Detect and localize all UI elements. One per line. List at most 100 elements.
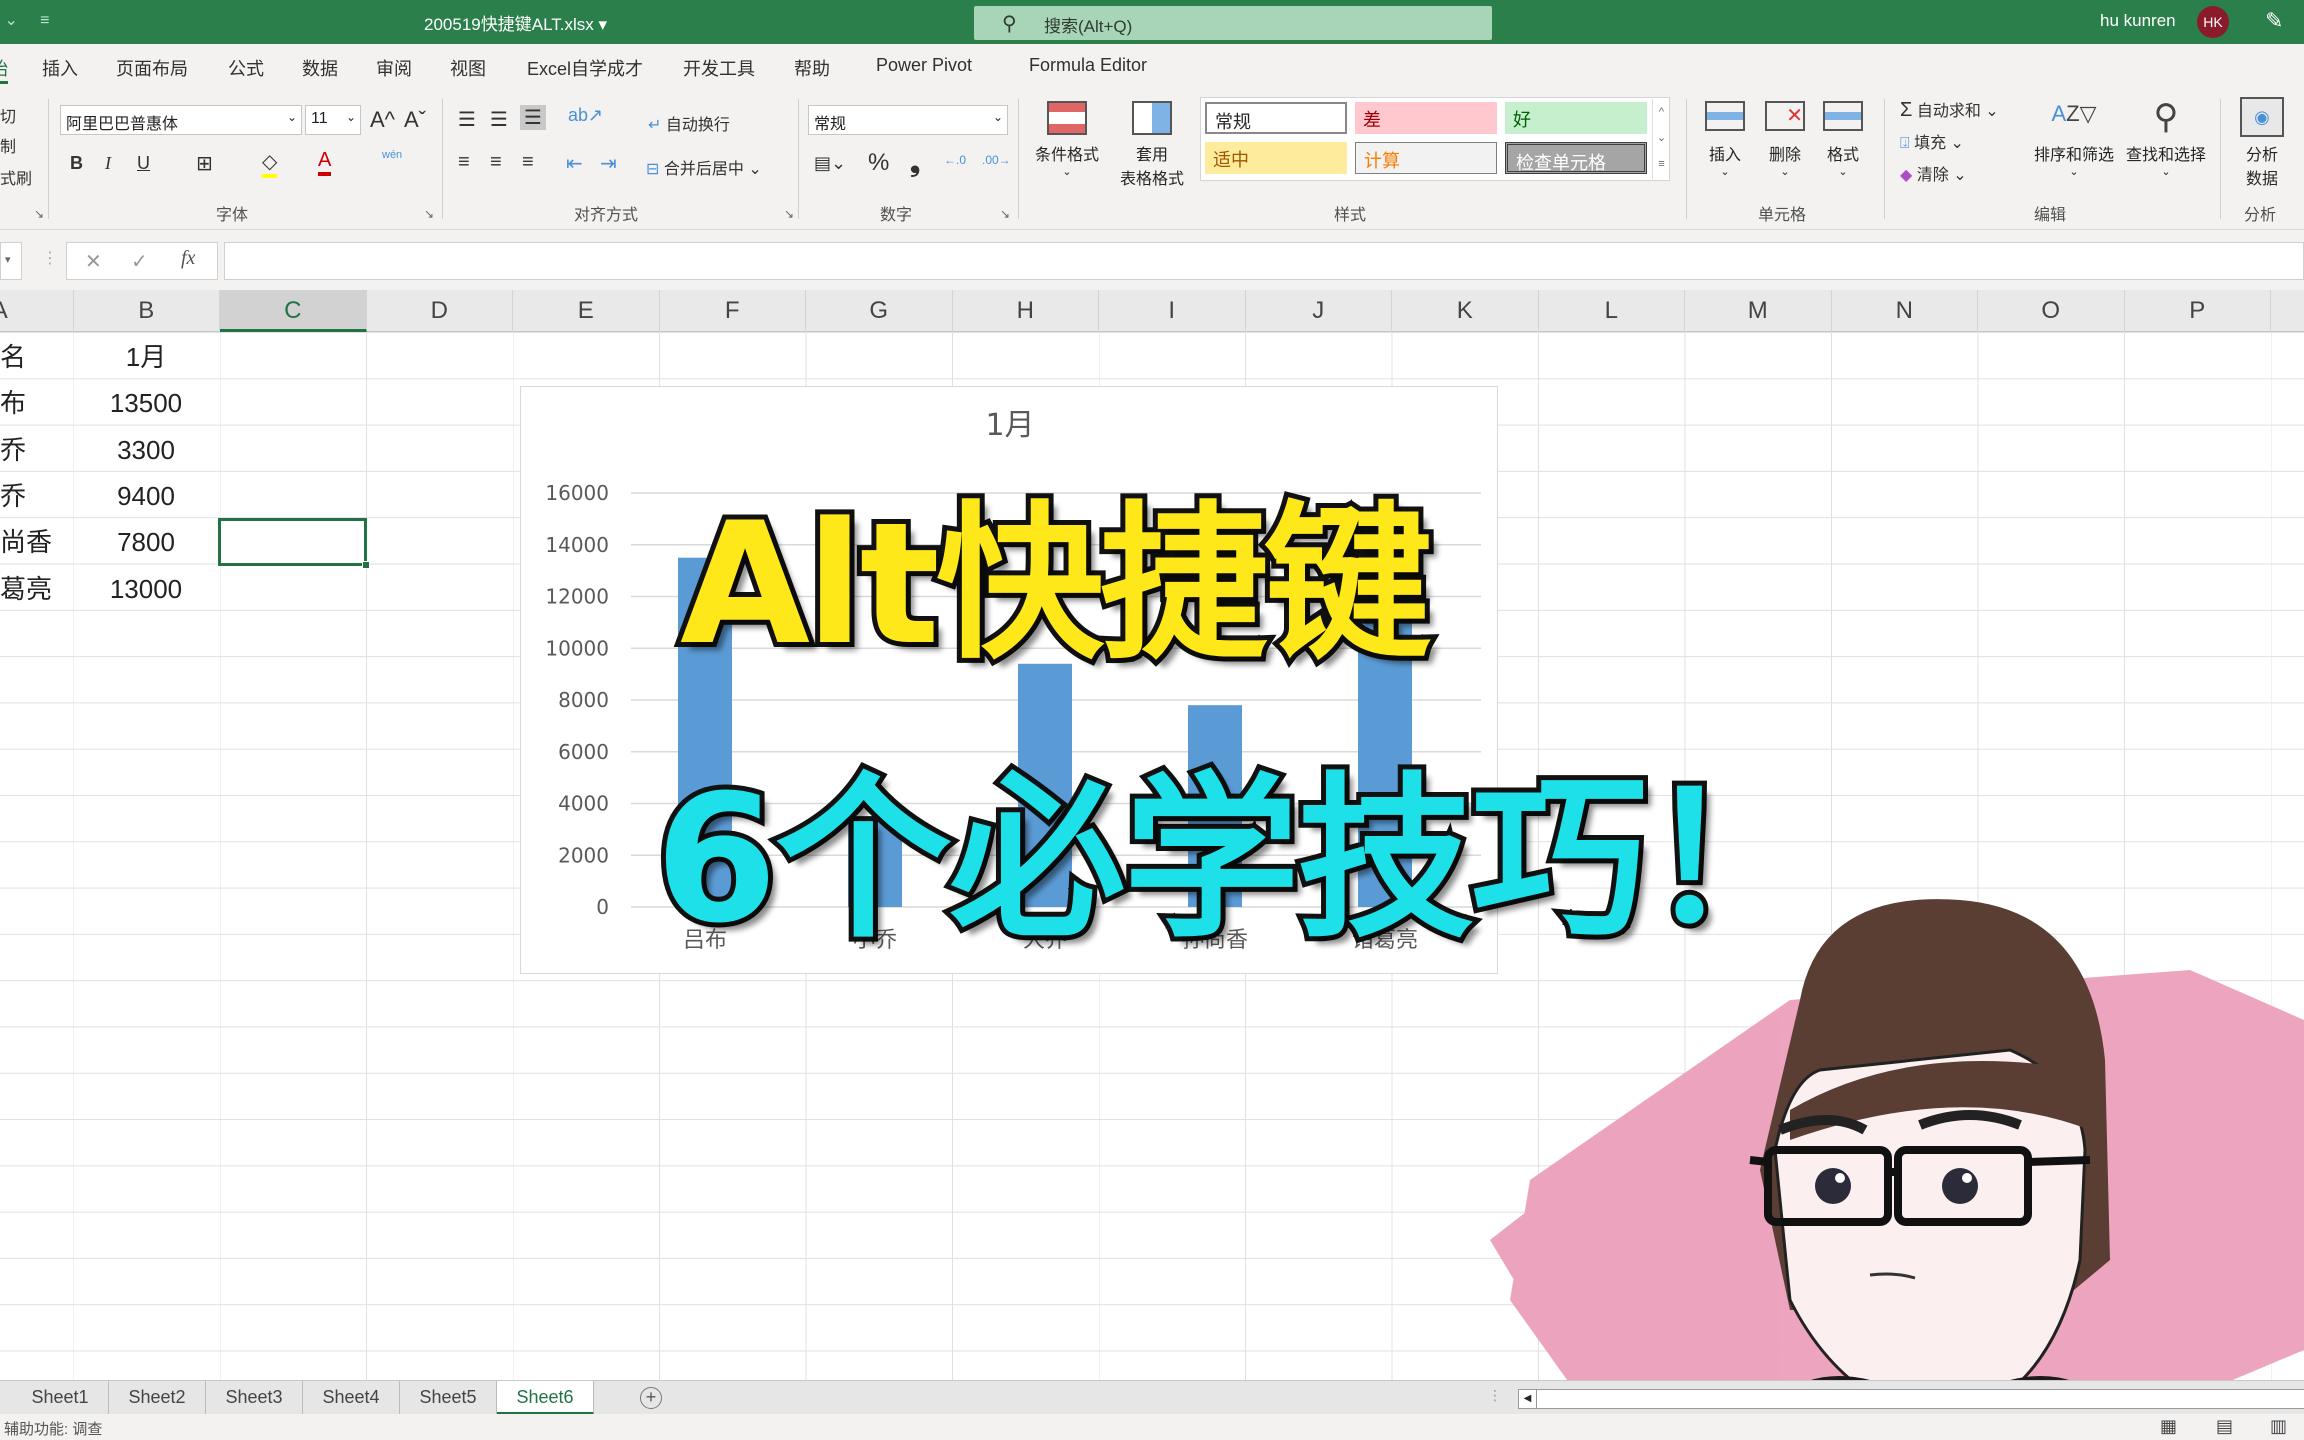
cell-a1[interactable]: 名 bbox=[0, 334, 26, 380]
analyze-data-button[interactable]: ◉ 分析 数据 bbox=[2232, 97, 2292, 189]
column-header-b[interactable]: B bbox=[74, 290, 220, 332]
column-header-p[interactable]: P bbox=[2125, 290, 2271, 332]
file-title[interactable]: 200519快捷键ALT.xlsx ▾ bbox=[424, 10, 607, 35]
column-header-m[interactable]: M bbox=[1685, 290, 1832, 332]
horizontal-scrollbar[interactable]: ◀ bbox=[1518, 1389, 2304, 1409]
align-bottom-icon[interactable]: ☰ bbox=[520, 105, 546, 130]
page-layout-view-icon[interactable]: ▤ bbox=[2216, 1416, 2233, 1437]
phonetic-icon[interactable]: wén bbox=[382, 149, 402, 161]
column-header-e[interactable]: E bbox=[513, 290, 660, 332]
border-icon[interactable]: ⊞ bbox=[196, 151, 213, 176]
accessibility-status[interactable]: 辅助功能: 调查 bbox=[4, 1418, 102, 1439]
cell-b2[interactable]: 13500 bbox=[73, 380, 219, 426]
align-right-icon[interactable]: ≡ bbox=[522, 151, 534, 174]
format-painter-button[interactable]: 式刷 bbox=[0, 165, 32, 189]
fill-handle[interactable] bbox=[362, 561, 370, 569]
italic-button[interactable]: I bbox=[105, 153, 111, 174]
selected-cell-c6[interactable] bbox=[218, 518, 370, 569]
clear-button[interactable]: ◆ 清除 ⌄ bbox=[1900, 161, 1967, 185]
underline-button[interactable]: U bbox=[137, 153, 150, 174]
autosum-button[interactable]: Σ 自动求和 ⌄ bbox=[1900, 97, 1999, 122]
cancel-icon[interactable]: ✕ bbox=[85, 249, 102, 274]
formula-input[interactable] bbox=[224, 242, 2304, 280]
gallery-scroll[interactable]: ^ ⌄ ≡ bbox=[1652, 99, 1670, 179]
column-header-h[interactable]: H bbox=[953, 290, 1099, 332]
format-as-table-button[interactable]: 套用 表格格式 bbox=[1114, 101, 1190, 189]
cell-a6[interactable]: 葛亮 bbox=[0, 566, 52, 612]
decrease-decimal-button[interactable]: .00→ bbox=[982, 153, 1011, 167]
cut-button[interactable]: 切 bbox=[0, 103, 16, 127]
comma-button[interactable]: ❟ bbox=[910, 147, 920, 179]
style-bad[interactable]: 差 bbox=[1355, 102, 1497, 134]
column-header-g[interactable]: G bbox=[806, 290, 953, 332]
percent-button[interactable]: % bbox=[868, 149, 889, 177]
column-header-k[interactable]: K bbox=[1392, 290, 1539, 332]
tab-page-layout[interactable]: 页面布局 bbox=[116, 55, 188, 81]
enter-icon[interactable]: ✓ bbox=[131, 249, 148, 274]
font-name-select[interactable]: 阿里巴巴普惠体 ⌄ bbox=[60, 105, 302, 135]
tab-data[interactable]: 数据 bbox=[302, 55, 338, 81]
cell-b5[interactable]: 7800 bbox=[73, 519, 219, 565]
cell-a4[interactable]: 乔 bbox=[0, 473, 26, 519]
cell-a3[interactable]: 乔 bbox=[0, 427, 26, 473]
grow-font-button[interactable]: A^ bbox=[370, 107, 395, 133]
tab-formula-editor[interactable]: Formula Editor bbox=[1029, 55, 1147, 76]
cell-b6[interactable]: 13000 bbox=[73, 566, 219, 612]
tab-developer[interactable]: 开发工具 bbox=[683, 55, 755, 81]
cell-b4[interactable]: 9400 bbox=[73, 473, 219, 519]
style-good[interactable]: 好 bbox=[1505, 102, 1647, 134]
orientation-icon[interactable]: ab↗ bbox=[568, 105, 603, 126]
increase-indent-icon[interactable]: ⇥ bbox=[600, 151, 617, 176]
fill-color-icon[interactable]: ◇ bbox=[262, 149, 278, 178]
insert-cells-button[interactable]: 插入 ⌄ bbox=[1700, 101, 1750, 178]
find-select-button[interactable]: ⚲ 查找和选择 ⌄ bbox=[2118, 97, 2214, 178]
avatar[interactable]: HK bbox=[2197, 6, 2229, 38]
column-header-j[interactable]: J bbox=[1246, 290, 1392, 332]
font-color-icon[interactable]: A bbox=[318, 149, 332, 176]
format-cells-button[interactable]: 格式 ⌄ bbox=[1818, 101, 1868, 178]
increase-decimal-button[interactable]: ←.0 bbox=[944, 153, 966, 167]
column-header-n[interactable]: N bbox=[1832, 290, 1978, 332]
drag-handle-icon[interactable]: ⋮ bbox=[42, 248, 58, 268]
column-header-o[interactable]: O bbox=[1978, 290, 2125, 332]
decrease-indent-icon[interactable]: ⇤ bbox=[566, 151, 583, 176]
delete-cells-button[interactable]: ✕ 删除 ⌄ bbox=[1760, 101, 1810, 178]
tab-insert[interactable]: 插入 bbox=[42, 55, 78, 81]
clipboard-launcher-icon[interactable]: ↘ bbox=[34, 207, 44, 221]
sheet-tab-sheet5[interactable]: Sheet5 bbox=[400, 1381, 497, 1415]
tab-power-pivot[interactable]: Power Pivot bbox=[876, 55, 972, 76]
copy-button[interactable]: 制 bbox=[0, 133, 16, 157]
accounting-format-icon[interactable]: ▤⌄ bbox=[814, 153, 846, 174]
tab-formulas[interactable]: 公式 bbox=[228, 55, 264, 81]
cell-b3[interactable]: 3300 bbox=[73, 427, 219, 473]
chevron-up-icon[interactable]: ^ bbox=[1653, 99, 1670, 125]
tab-excel-zixue[interactable]: Excel自学成才 bbox=[527, 55, 643, 81]
style-calculation[interactable]: 计算 bbox=[1355, 142, 1497, 174]
tab-review[interactable]: 审阅 bbox=[376, 55, 412, 81]
chevron-down-icon[interactable]: ⌄ bbox=[1653, 125, 1670, 151]
tab-view[interactable]: 视图 bbox=[450, 55, 486, 81]
column-header-a[interactable]: A bbox=[0, 290, 74, 332]
pen-icon[interactable]: ✎ bbox=[2265, 8, 2283, 34]
sort-filter-button[interactable]: AZ▽ 排序和筛选 ⌄ bbox=[2026, 101, 2122, 178]
cell-b1[interactable]: 1月 bbox=[73, 334, 219, 380]
shrink-font-button[interactable]: Aˇ bbox=[404, 107, 426, 133]
cell-a5[interactable]: 尚香 bbox=[0, 519, 52, 565]
style-neutral[interactable]: 适中 bbox=[1205, 142, 1347, 174]
fill-button[interactable]: ⍗ 填充 ⌄ bbox=[1900, 129, 1964, 153]
number-launcher-icon[interactable]: ↘ bbox=[1000, 207, 1010, 221]
style-normal[interactable]: 常规 bbox=[1205, 102, 1347, 134]
number-format-select[interactable]: 常规 ⌄ bbox=[808, 105, 1008, 135]
name-box[interactable]: ▾ bbox=[0, 242, 22, 280]
sheet-tab-sheet4[interactable]: Sheet4 bbox=[303, 1381, 400, 1415]
align-middle-icon[interactable]: ☰ bbox=[490, 107, 508, 132]
page-break-view-icon[interactable]: ▥ bbox=[2270, 1416, 2287, 1437]
column-header-i[interactable]: I bbox=[1099, 290, 1246, 332]
search-box[interactable]: ⚲ 搜索(Alt+Q) bbox=[974, 6, 1492, 40]
splitter-handle-icon[interactable]: ⋮ bbox=[1488, 1387, 1502, 1404]
column-header-f[interactable]: F bbox=[660, 290, 806, 332]
style-check-cell[interactable]: 检查单元格 bbox=[1505, 142, 1647, 174]
align-left-icon[interactable]: ≡ bbox=[458, 151, 470, 174]
sheet-tab-sheet6[interactable]: Sheet6 bbox=[497, 1381, 594, 1415]
align-center-icon[interactable]: ≡ bbox=[490, 151, 502, 174]
